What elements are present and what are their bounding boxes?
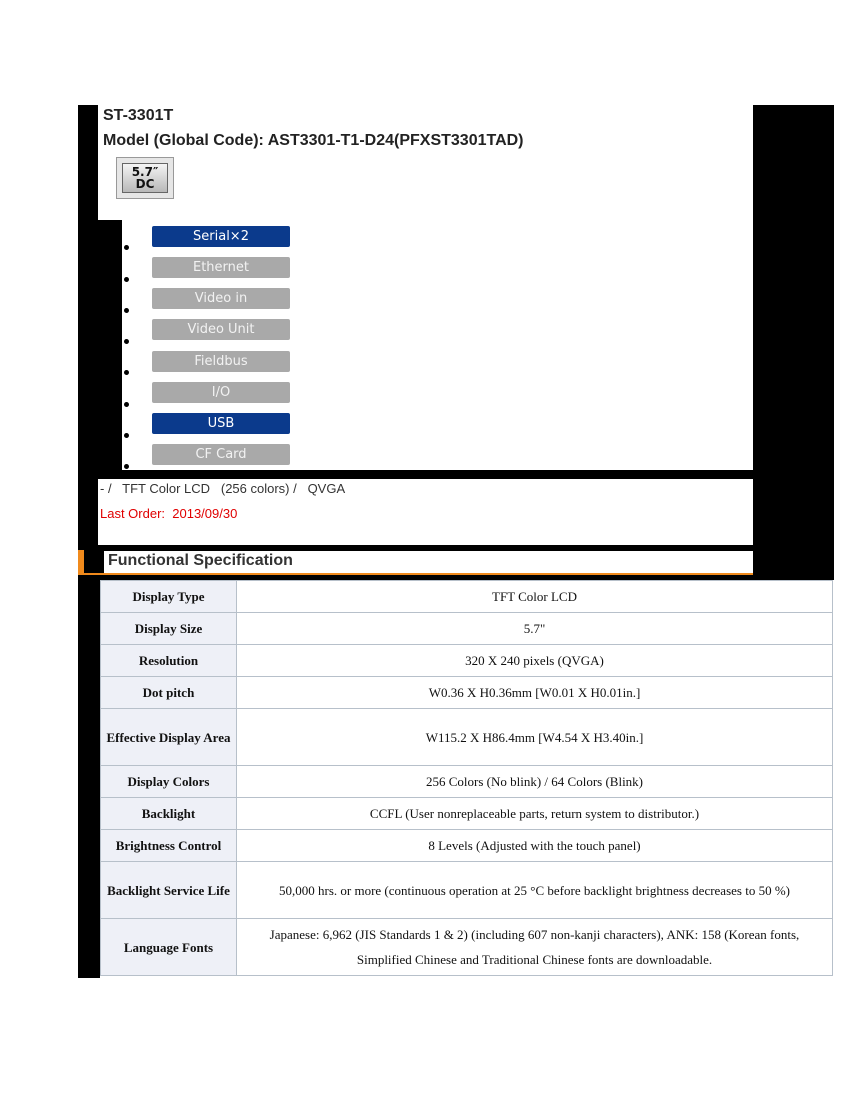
spec-value: Japanese: 6,962 (JIS Standards 1 & 2) (i… [236, 918, 833, 976]
spec-key: Resolution [100, 644, 237, 677]
spec-key: Display Size [100, 612, 237, 645]
feature-fieldbus[interactable]: Fieldbus [152, 351, 290, 372]
spec-key: Effective Display Area [100, 708, 237, 766]
spec-key: Brightness Control [100, 829, 237, 862]
spec-value: W0.36 X H0.36mm [W0.01 X H0.01in.] [236, 676, 833, 709]
table-row: Effective Display Area W115.2 X H86.4mm [… [100, 708, 833, 766]
bullet-icon [124, 402, 129, 407]
bullet-icon [124, 339, 129, 344]
spec-key: Display Type [100, 580, 237, 613]
spec-key: Dot pitch [100, 676, 237, 709]
table-row: Backlight CCFL (User nonreplaceable parts… [100, 797, 833, 830]
bullet-icon [124, 245, 129, 250]
divider-2 [98, 545, 753, 551]
table-row: Language Fonts Japanese: 6,962 (JIS Stand… [100, 918, 833, 976]
frame-left-section [84, 550, 104, 574]
bullet-icon [124, 277, 129, 282]
frame-left-top [78, 105, 98, 222]
section-accent-bar [78, 550, 84, 574]
frame-left-table [78, 576, 100, 978]
last-order-date: Last Order: 2013/09/30 [100, 506, 238, 521]
spec-value: W115.2 X H86.4mm [W4.54 X H3.40in.] [236, 708, 833, 766]
product-title: ST-3301T [103, 107, 174, 124]
feature-io[interactable]: I/O [152, 382, 290, 403]
divider-1 [98, 470, 753, 479]
display-summary: - / TFT Color LCD (256 colors) / QVGA [100, 481, 346, 496]
spec-table: Display Type TFT Color LCD Display Size 5.… [100, 580, 833, 976]
model-code: Model (Global Code): AST3301-T1-D24(PFXS… [103, 132, 524, 149]
spec-key: Backlight Service Life [100, 861, 237, 919]
spec-value: 256 Colors (No blink) / 64 Colors (Blink… [236, 765, 833, 798]
spec-key: Backlight [100, 797, 237, 830]
badge-power: DC [135, 177, 155, 191]
feature-usb[interactable]: USB [152, 413, 290, 434]
bullet-icon [124, 370, 129, 375]
spec-value: TFT Color LCD [236, 580, 833, 613]
feature-video-unit[interactable]: Video Unit [152, 319, 290, 340]
bullet-icon [124, 433, 129, 438]
spec-key: Display Colors [100, 765, 237, 798]
table-row: Backlight Service Life 50,000 hrs. or mor… [100, 861, 833, 919]
frame-right [753, 105, 834, 580]
feature-video-in[interactable]: Video in [152, 288, 290, 309]
feature-ethernet[interactable]: Ethernet [152, 257, 290, 278]
feature-cf-card[interactable]: CF Card [152, 444, 290, 465]
table-row: Dot pitch W0.36 X H0.36mm [W0.01 X H0.01i… [100, 676, 833, 709]
display-size-badge-icon: 5.7″ DC [116, 157, 174, 199]
table-row: Display Size 5.7" [100, 612, 833, 645]
table-row: Display Type TFT Color LCD [100, 580, 833, 613]
spec-value: 320 X 240 pixels (QVGA) [236, 644, 833, 677]
section-title: Functional Specification [108, 552, 293, 569]
table-row: Brightness Control 8 Levels (Adjusted wit… [100, 829, 833, 862]
bullet-icon [124, 308, 129, 313]
spec-value: 5.7" [236, 612, 833, 645]
feature-serial[interactable]: Serial×2 [152, 226, 290, 247]
spec-value: 8 Levels (Adjusted with the touch panel) [236, 829, 833, 862]
frame-left-list [78, 220, 122, 472]
table-row: Display Colors 256 Colors (No blink) / 64… [100, 765, 833, 798]
frame-left-info [78, 470, 98, 550]
spec-value: 50,000 hrs. or more (continuous operatio… [236, 861, 833, 919]
table-row: Resolution 320 X 240 pixels (QVGA) [100, 644, 833, 677]
spec-key: Language Fonts [100, 918, 237, 976]
spec-value: CCFL (User nonreplaceable parts, return … [236, 797, 833, 830]
bullet-icon [124, 464, 129, 469]
